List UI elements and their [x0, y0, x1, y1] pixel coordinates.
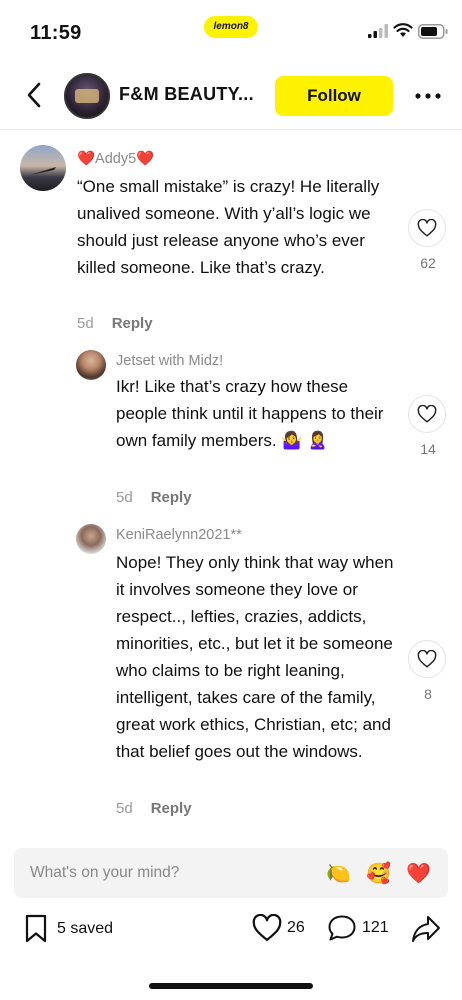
cellular-signal-icon	[368, 24, 388, 38]
post-action-bar: 5 saved 26 121	[0, 906, 462, 956]
more-options-icon[interactable]	[412, 82, 444, 110]
comment-like-count: 8	[424, 686, 432, 702]
commenter-name[interactable]: Jetset with Midz!	[116, 353, 223, 369]
heart-icon	[417, 219, 437, 237]
post-header: F&M BEAUTY... Follow	[0, 62, 462, 130]
commenter-name[interactable]: ❤️Addy5❤️	[77, 150, 154, 167]
comment-like: 62	[408, 209, 448, 271]
comment-like: 8	[408, 640, 448, 702]
comment-meta: 5d Reply	[116, 489, 192, 506]
heart-icon	[252, 914, 282, 941]
commenter-name[interactable]: KeniRaelynn2021**	[116, 527, 242, 543]
commenter-avatar[interactable]	[76, 524, 106, 554]
comment-like-count: 14	[420, 441, 436, 457]
comment-like-button[interactable]	[408, 395, 446, 433]
share-icon[interactable]	[410, 914, 442, 944]
reply-button[interactable]: Reply	[112, 315, 153, 332]
saved-count: 5 saved	[57, 920, 114, 937]
comment-like-button[interactable]	[408, 640, 446, 678]
wifi-icon	[393, 23, 413, 37]
comment-text: Ikr! Like that’s crazy how these people …	[116, 377, 384, 450]
author-avatar[interactable]	[64, 73, 110, 119]
comment-time: 5d	[77, 315, 94, 332]
status-time: 11:59	[30, 22, 82, 44]
commenter-avatar[interactable]	[76, 350, 106, 380]
reply-button[interactable]: Reply	[151, 489, 192, 506]
comment: ❤️Addy5❤️ “One small mistake” is crazy! …	[0, 131, 462, 341]
comment-reply: KeniRaelynn2021** Nope! They only think …	[0, 519, 462, 829]
lemon-emoji-button[interactable]: 🍋	[326, 861, 351, 886]
smiling-hearts-emoji-button[interactable]: 🥰	[366, 861, 391, 886]
heart-icon	[417, 405, 437, 423]
heart-icon	[417, 650, 437, 668]
comment-like-count: 62	[420, 255, 436, 271]
battery-icon	[418, 24, 448, 39]
save-button[interactable]: 5 saved	[24, 914, 113, 944]
reply-button[interactable]: Reply	[151, 800, 192, 817]
comments-button[interactable]: 121	[327, 914, 389, 942]
comment-input[interactable]	[14, 848, 314, 898]
bookmark-icon	[25, 914, 47, 943]
comment-text: Nope! They only think that way when it i…	[116, 553, 394, 761]
home-indicator	[149, 983, 313, 989]
author-name[interactable]: F&M BEAUTY...	[119, 84, 254, 105]
red-heart-emoji-button[interactable]: ❤️	[406, 861, 431, 886]
comment-input-bar: 🍋 🥰 ❤️	[14, 848, 448, 898]
comment-reply: Jetset with Midz! Ikr! Like that’s crazy…	[0, 343, 462, 518]
comment-like-button[interactable]	[408, 209, 446, 247]
comments-list: ❤️Addy5❤️ “One small mistake” is crazy! …	[0, 131, 462, 836]
comment-time: 5d	[116, 800, 133, 817]
comment-meta: 5d Reply	[116, 800, 192, 817]
comment-meta: 5d Reply	[77, 315, 153, 332]
comment-like: 14	[408, 395, 448, 457]
commenter-avatar[interactable]	[20, 145, 66, 191]
post-comment-count: 121	[362, 919, 389, 936]
status-bar: 11:59 lemon8	[0, 0, 462, 62]
lemon8-brand-pill: lemon8	[204, 16, 258, 38]
comment-text: “One small mistake” is crazy! He literal…	[77, 177, 380, 277]
comment-time: 5d	[116, 489, 133, 506]
speech-bubble-icon	[328, 915, 356, 941]
follow-button[interactable]: Follow	[275, 76, 393, 116]
like-post-button[interactable]: 26	[252, 914, 305, 942]
back-chevron-icon[interactable]	[22, 80, 48, 110]
post-like-count: 26	[287, 919, 305, 936]
